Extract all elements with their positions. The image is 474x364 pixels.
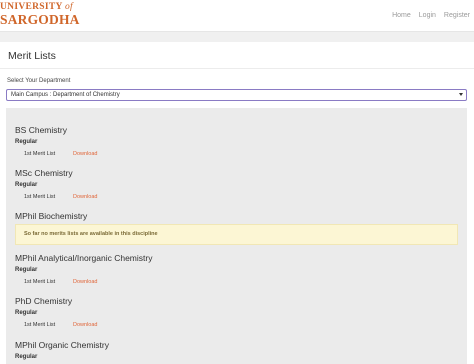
nav-home-link[interactable]: Home — [392, 12, 411, 19]
page-title: Merit Lists — [8, 50, 56, 62]
merit-list-label: 1st Merit List — [24, 322, 56, 328]
program-category: Regular — [15, 182, 38, 188]
nav-register-link[interactable]: Register — [444, 12, 470, 19]
department-select-value: Main Campus : Department of Chemistry — [11, 92, 120, 98]
logo-line-1: UNIVERSITY of — [0, 2, 73, 12]
university-logo[interactable]: UNIVERSITY of SARGODHA — [0, 2, 79, 30]
top-navbar: UNIVERSITY of SARGODHA Home Login Regist… — [0, 0, 474, 32]
nav-links: Home Login Register — [392, 12, 470, 19]
download-link[interactable]: Download — [73, 322, 97, 328]
program-title: MPhil Organic Chemistry — [15, 340, 109, 350]
logo-line-2: SARGODHA — [0, 12, 80, 27]
program-category: Regular — [15, 354, 38, 360]
merit-list-label: 1st Merit List — [24, 151, 56, 157]
program-category: Regular — [15, 139, 38, 145]
download-link[interactable]: Download — [73, 194, 97, 200]
merit-list-label: 1st Merit List — [24, 279, 56, 285]
notice-text: So far no merits lists are available in … — [24, 231, 158, 237]
download-link[interactable]: Download — [73, 151, 97, 157]
title-divider — [0, 68, 474, 69]
no-merit-notice: So far no merits lists are available in … — [15, 224, 458, 245]
program-category: Regular — [15, 310, 38, 316]
program-title: MPhil Analytical/Inorganic Chemistry — [15, 253, 153, 263]
merit-list-label: 1st Merit List — [24, 194, 56, 200]
dropdown-arrow-icon — [459, 93, 463, 96]
download-link[interactable]: Download — [73, 279, 97, 285]
program-title: MPhil Biochemistry — [15, 211, 88, 221]
program-title: BS Chemistry — [15, 125, 67, 135]
program-title: PhD Chemistry — [15, 296, 73, 306]
program-title: MSc Chemistry — [15, 168, 73, 178]
nav-login-link[interactable]: Login — [419, 12, 436, 19]
program-category: Regular — [15, 267, 38, 273]
department-select[interactable]: Main Campus : Department of Chemistry — [6, 89, 467, 101]
department-label: Select Your Department — [7, 78, 71, 84]
